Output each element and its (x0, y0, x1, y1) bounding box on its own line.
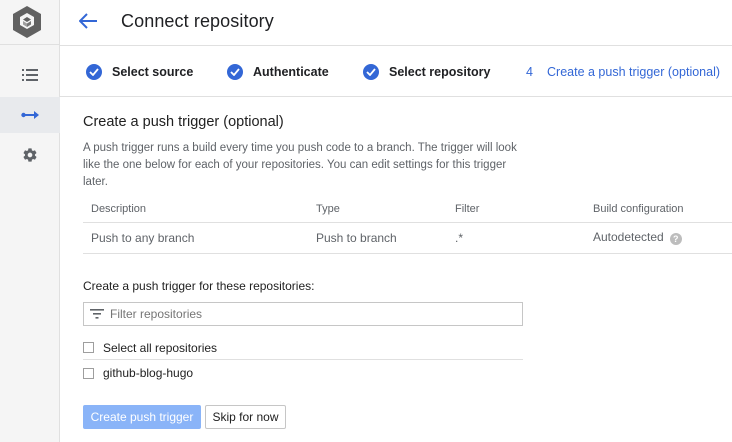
check-circle-icon (86, 64, 102, 80)
list-icon (22, 68, 38, 82)
select-all-row[interactable]: Select all repositories (83, 336, 523, 360)
step-label: Select source (112, 65, 194, 79)
step-authenticate[interactable]: Authenticate (227, 63, 329, 81)
page-title: Connect repository (121, 11, 274, 31)
cell-build-configuration-value: Autodetected (593, 230, 664, 244)
list-item[interactable]: github-blog-hugo (83, 361, 523, 385)
step-label: Authenticate (253, 65, 329, 79)
table-row: Push to any branch Push to branch .* Aut… (83, 222, 732, 254)
section-description: A push trigger runs a build every time y… (83, 142, 517, 188)
rail-item-settings[interactable] (0, 137, 60, 173)
repository-name: github-blog-hugo (103, 366, 194, 380)
filter-repositories-field[interactable] (83, 302, 523, 326)
repository-checkbox[interactable] (83, 367, 94, 379)
filter-icon (89, 306, 105, 322)
section-title: Create a push trigger (optional) (83, 114, 284, 130)
rail-item-history[interactable] (0, 57, 60, 93)
step-select-source[interactable]: Select source (86, 63, 193, 81)
column-header-type: Type (308, 197, 447, 223)
page-header: Connect repository (60, 0, 732, 46)
help-icon[interactable]: ? (669, 233, 682, 245)
cell-filter: .* (447, 222, 585, 254)
arrow-back-icon (78, 12, 97, 34)
step-number: 4 (526, 65, 533, 79)
cell-build-configuration: Autodetected? (585, 222, 732, 254)
arrow-connection-icon (21, 110, 39, 120)
back-button[interactable] (76, 11, 100, 35)
repositories-heading: Create a push trigger for these reposito… (83, 279, 315, 293)
cell-type: Push to branch (308, 222, 447, 254)
filter-repositories-input[interactable] (110, 307, 522, 321)
trigger-preview-table: Description Type Filter Build configurat… (83, 197, 732, 254)
select-all-checkbox[interactable] (83, 342, 94, 353)
rail-divider (0, 44, 60, 45)
main-content: Create a push trigger (optional) A push … (60, 98, 732, 442)
step-select-repository[interactable]: Select repository (363, 63, 490, 81)
left-nav-rail (0, 0, 60, 442)
column-header-filter: Filter (447, 197, 585, 223)
skip-for-now-button[interactable]: Skip for now (205, 405, 286, 429)
select-all-label: Select all repositories (103, 340, 218, 355)
table-header-row: Description Type Filter Build configurat… (83, 197, 732, 223)
step-label: Create a push trigger (optional) (547, 65, 721, 79)
column-header-description: Description (83, 197, 308, 223)
check-circle-icon (227, 64, 243, 80)
cell-description: Push to any branch (83, 222, 308, 254)
check-circle-icon (363, 64, 379, 80)
create-push-trigger-button[interactable]: Create push trigger (83, 405, 201, 429)
gear-icon (22, 147, 38, 163)
step-create-push-trigger[interactable]: 4 Create a push trigger (optional) (526, 63, 720, 81)
column-header-build-configuration: Build configuration (585, 197, 732, 223)
wizard-stepper: Select source Authenticate Select reposi… (60, 47, 732, 97)
step-label: Select repository (389, 65, 491, 79)
rail-item-triggers[interactable] (0, 97, 60, 133)
cloud-build-logo-icon[interactable] (12, 5, 44, 41)
